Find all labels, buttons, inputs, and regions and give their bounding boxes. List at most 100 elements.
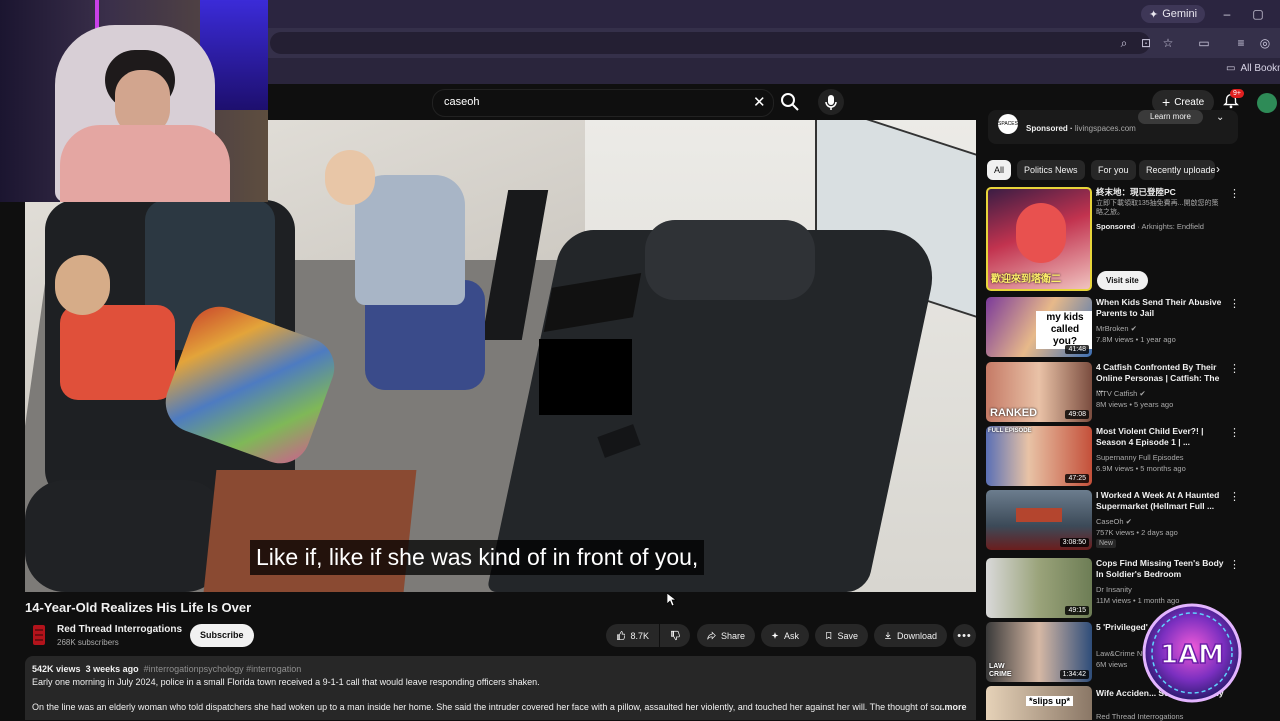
verified-icon: ✔ [1125, 517, 1132, 526]
visit-site-button[interactable]: Visit site [1097, 271, 1148, 290]
video-channel: MrBroken ✔ [1096, 324, 1137, 333]
subscribe-button[interactable]: Subscribe [190, 624, 254, 647]
ad-sponsor-line: Sponsored · Arknights: Endfield [1096, 222, 1204, 231]
more-horizontal-icon: ••• [957, 629, 972, 642]
video-channel: Law&Crime N... [1096, 649, 1149, 658]
search-input[interactable]: caseoh ✕ [432, 89, 774, 117]
ad-thumbnail[interactable]: 歡迎來到塔衛二 [986, 187, 1092, 291]
profile-icon[interactable]: ◎ [1257, 35, 1273, 51]
more-vertical-icon[interactable]: ⋮ [1229, 558, 1240, 571]
like-button[interactable]: 8.7K [606, 624, 659, 647]
video-channel: CaseOh ✔ [1096, 517, 1132, 526]
sparkle-icon [771, 632, 779, 639]
recommendation-item[interactable]: 3:08:50 I Worked A Week At A Haunted Sup… [986, 490, 1248, 556]
video-frame-officer [355, 175, 465, 305]
learn-more-button[interactable]: Learn more [1138, 110, 1203, 124]
more-vertical-icon[interactable]: ⋮ [1229, 297, 1240, 310]
description-meta: 542K views 3 weeks ago #interrogationpsy… [32, 664, 301, 674]
bookmark-star-icon[interactable]: ☆ [1160, 35, 1176, 51]
new-badge: New [1096, 539, 1117, 548]
webcam-streamer-body [60, 125, 230, 202]
more-vertical-icon[interactable]: ⋮ [1229, 426, 1240, 439]
sidebar-ad[interactable]: SPACES Sponsored · livingspaces.com Lear… [988, 110, 1238, 144]
video-description[interactable]: 542K views 3 weeks ago #interrogationpsy… [25, 656, 976, 720]
more-vertical-icon[interactable]: ⋮ [1229, 362, 1240, 375]
thumbnail-caption: RANKED [990, 407, 1038, 419]
ask-button[interactable]: Ask [761, 624, 809, 647]
ad-channel: Arknights: Endfield [1141, 222, 1204, 231]
video-frame-couch-back [645, 220, 815, 300]
more-vertical-icon[interactable]: ⋮ [1229, 187, 1240, 200]
channel-name[interactable]: Red Thread Interrogations [57, 624, 182, 635]
save-button[interactable]: Save [815, 624, 868, 647]
all-bookmarks-label: All Bookm [1240, 63, 1280, 74]
voice-search-button[interactable] [818, 89, 844, 115]
all-bookmarks[interactable]: ▭ All Bookm [1226, 63, 1280, 74]
video-title: I Worked A Week At A Haunted Supermarket… [1096, 490, 1220, 511]
chip-politics-news[interactable]: Politics News [1017, 160, 1085, 180]
gemini-label: Gemini [1162, 8, 1198, 20]
media-icon[interactable]: ≡ [1233, 35, 1249, 51]
restore-icon[interactable]: ▢ [1249, 5, 1267, 23]
video-thumbnail[interactable]: my kids called you? 41:48 [986, 297, 1092, 357]
recommendation-item[interactable]: FULL EPISODE 47:25 Most Violent Child Ev… [986, 426, 1248, 488]
upload-age: 3 weeks ago [85, 664, 139, 674]
ad-description: 立即下載領取135抽免費再...開啟您的策略之旅。 [1096, 200, 1219, 216]
chevron-down-icon[interactable]: ⌄ [1216, 112, 1224, 123]
chevron-right-icon[interactable]: › [1216, 162, 1220, 176]
microphone-icon [825, 95, 837, 110]
create-label: Create [1174, 96, 1205, 108]
channel-logo-icon[interactable] [29, 623, 49, 647]
video-duration: 1:34:42 [1059, 670, 1089, 679]
video-thumbnail[interactable]: LAW CRIME 1:34:42 [986, 622, 1092, 682]
chip-all[interactable]: All [987, 160, 1012, 180]
description-more-link[interactable]: ...more [937, 702, 967, 712]
download-button[interactable]: Download [874, 624, 947, 647]
ad-advertiser: livingspaces.com [1074, 124, 1136, 133]
minimize-icon[interactable]: – [1218, 5, 1236, 23]
share-button[interactable]: Share [697, 624, 755, 647]
video-title: When Kids Send Their Abusive Parents to … [1096, 297, 1222, 318]
share-label: Share [720, 630, 745, 641]
channel-name-text: CaseOh [1096, 517, 1124, 526]
recommendation-item[interactable]: RANKED 49:08 4 Catfish Confronted By The… [986, 362, 1248, 424]
save-label: Save [837, 630, 858, 641]
video-frame-boy [60, 305, 175, 400]
thumbs-up-icon [617, 631, 626, 640]
ad-sponsored-label: Sponsored · livingspaces.com [1026, 124, 1136, 133]
account-avatar[interactable] [1257, 93, 1277, 113]
video-frame-officer-head [325, 150, 375, 205]
video-title: Most Violent Child Ever?! | Season 4 Epi… [1096, 426, 1204, 447]
video-thumbnail[interactable]: RANKED 49:08 [986, 362, 1092, 422]
video-thumbnail[interactable]: FULL EPISODE 47:25 [986, 426, 1092, 486]
video-meta: 757K views • 2 days ago [1096, 528, 1178, 537]
video-duration: 49:08 [1065, 410, 1089, 419]
video-thumbnail[interactable]: 3:08:50 [986, 490, 1092, 550]
video-channel: Supernanny Full Episodes [1096, 453, 1184, 462]
more-vertical-icon[interactable]: ⋮ [1229, 490, 1240, 503]
plus-icon: + [1162, 94, 1171, 110]
video-duration: 49:15 [1065, 606, 1089, 615]
address-bar[interactable] [270, 32, 1150, 54]
chip-for-you[interactable]: For you [1091, 160, 1136, 180]
search-icon[interactable] [778, 90, 802, 114]
recommendation-item[interactable]: my kids called you? 41:48 When Kids Send… [986, 297, 1248, 359]
side-panel-icon[interactable]: ▭ [1196, 35, 1212, 51]
chip-recently-uploaded[interactable]: Recently uploaded [1139, 160, 1215, 180]
verified-icon: ✔ [1139, 389, 1146, 398]
channel-subscribers: 268K subscribers [57, 638, 119, 647]
like-count: 8.7K [630, 630, 649, 641]
hashtags[interactable]: #interrogationpsychology #interrogation [144, 664, 302, 674]
zoom-icon[interactable]: ⌕ [1116, 35, 1132, 51]
more-actions-button[interactable]: ••• [953, 624, 976, 647]
video-thumbnail[interactable]: *slips up* [986, 686, 1092, 720]
video-meta: 8M views • 5 years ago [1096, 400, 1174, 409]
dislike-button[interactable] [660, 624, 690, 647]
install-icon[interactable]: ⊡ [1138, 35, 1154, 51]
video-thumbnail[interactable]: 49:15 [986, 558, 1092, 618]
ad-thumbnail-text: 歡迎來到塔衛二 [991, 274, 1061, 285]
clear-search-icon[interactable]: ✕ [753, 93, 766, 111]
video-title: Cops Find Missing Teen's Body In Soldier… [1096, 558, 1224, 579]
gemini-button[interactable]: ✦ Gemini [1141, 5, 1206, 23]
bookmark-icon [826, 631, 832, 640]
